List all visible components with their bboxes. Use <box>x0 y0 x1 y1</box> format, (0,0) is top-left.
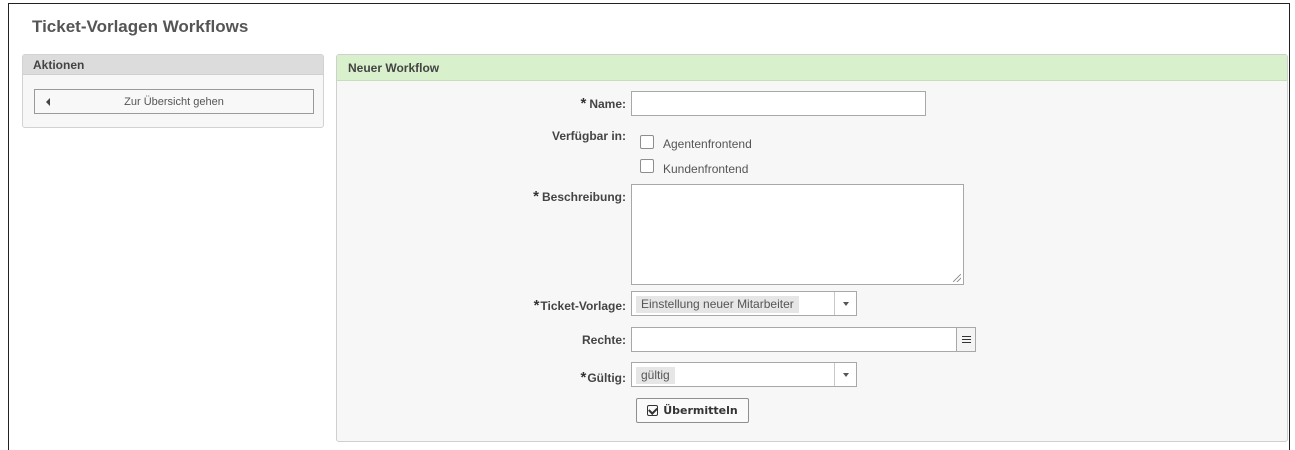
submit-label: Übermitteln <box>663 404 738 417</box>
chevron-down-icon <box>843 302 849 306</box>
dropdown-toggle[interactable] <box>834 363 856 386</box>
required-mark: * <box>580 95 587 112</box>
rights-input[interactable] <box>631 327 957 352</box>
chevron-down-icon <box>843 373 849 377</box>
sidebar-header: Aktionen <box>23 55 323 75</box>
required-mark: * <box>580 369 587 386</box>
valid-select[interactable]: gültig <box>631 362 857 387</box>
ticket-template-label-text: Ticket-Vorlage: <box>540 299 626 313</box>
ticket-template-select[interactable]: Einstellung neuer Mitarbeiter <box>631 291 857 316</box>
agent-frontend-checkbox[interactable] <box>640 135 654 149</box>
customer-frontend-label: Kundenfrontend <box>663 162 749 176</box>
panel-header: Neuer Workflow <box>337 55 1287 81</box>
rights-list-button[interactable] <box>956 327 976 352</box>
description-label: * Beschreibung: <box>500 188 626 205</box>
rights-label: Rechte: <box>581 333 626 347</box>
check-square-icon <box>647 405 659 416</box>
submit-button[interactable]: Übermitteln <box>636 398 749 423</box>
selected-ticket-template: Einstellung neuer Mitarbeiter <box>636 296 799 313</box>
agent-frontend-label: Agentenfrontend <box>663 137 752 151</box>
description-label-text: Beschreibung: <box>541 190 626 204</box>
go-to-overview-button[interactable]: Zur Übersicht gehen <box>34 89 314 114</box>
page-title: Ticket-Vorlagen Workflows <box>32 17 249 36</box>
list-icon <box>961 336 971 343</box>
name-label-text: Name: <box>589 97 626 111</box>
required-mark: * <box>533 297 540 314</box>
resize-grip-icon[interactable] <box>953 274 961 282</box>
actions-sidebar: Aktionen Zur Übersicht gehen <box>22 54 324 128</box>
ticket-template-label: *Ticket-Vorlage: <box>500 297 626 314</box>
valid-label: *Gültig: <box>540 369 627 386</box>
required-mark: * <box>533 188 539 205</box>
go-to-overview-label: Zur Übersicht gehen <box>124 95 224 108</box>
name-input[interactable] <box>631 91 926 116</box>
valid-label-text: Gültig: <box>587 371 626 385</box>
description-textarea[interactable] <box>631 184 964 285</box>
name-label: * Name: <box>540 95 626 112</box>
available-in-label: Verfügbar in: <box>551 129 626 143</box>
customer-frontend-checkbox[interactable] <box>640 159 654 173</box>
dropdown-toggle[interactable] <box>834 292 856 315</box>
caret-left-icon <box>46 98 50 106</box>
selected-validity: gültig <box>636 367 675 384</box>
